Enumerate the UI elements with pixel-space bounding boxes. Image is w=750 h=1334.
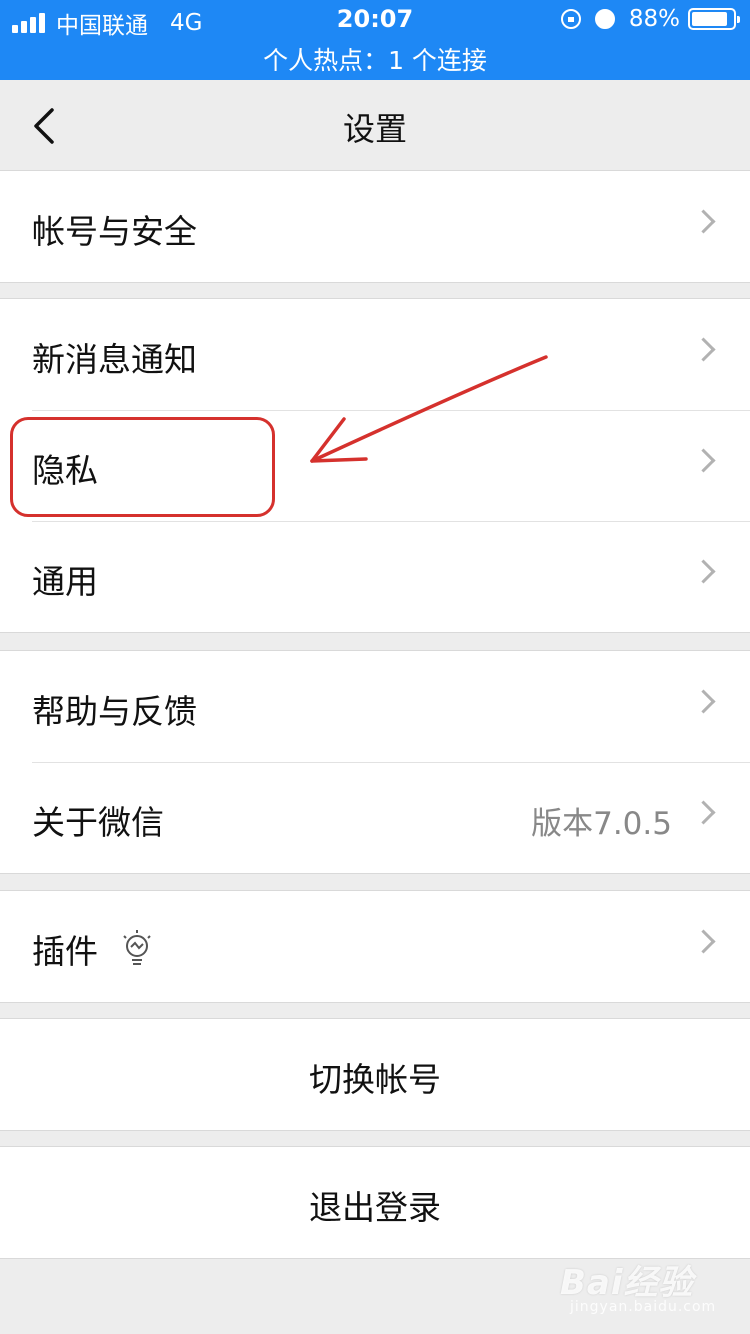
cell-help-feedback[interactable]: 帮助与反馈 <box>0 651 750 762</box>
rotation-lock-icon <box>560 9 581 29</box>
version-value: 版本7.0.5 <box>531 806 672 842</box>
chevron-right-icon <box>691 448 716 473</box>
status-right: 88% <box>560 6 740 32</box>
cell-label: 新消息通知 <box>32 340 197 379</box>
chevron-right-icon <box>691 689 716 714</box>
group-support: 帮助与反馈 关于微信 版本7.0.5 <box>0 650 750 874</box>
watermark-sub: jingyan.baidu.com <box>570 1299 717 1315</box>
cell-account-security[interactable]: 帐号与安全 <box>0 171 750 282</box>
group-plugins: 插件 <box>0 890 750 1003</box>
chevron-right-icon <box>691 929 716 954</box>
cell-label: 帐号与安全 <box>32 212 197 251</box>
cell-label: 关于微信 <box>32 803 164 842</box>
cell-label: 插件 <box>32 932 98 971</box>
switch-account-label: 切换帐号 <box>309 1060 441 1099</box>
battery-percent: 88% <box>628 6 680 32</box>
chevron-right-icon <box>691 209 716 234</box>
chevron-right-icon <box>691 800 716 825</box>
group-account: 帐号与安全 <box>0 170 750 283</box>
page-title: 设置 <box>342 110 407 148</box>
status-bar: 中国联通 4G 20:07 88% 个人热点：1 个连接 <box>0 0 750 80</box>
cell-plugins[interactable]: 插件 <box>0 891 750 1002</box>
cell-label: 帮助与反馈 <box>32 692 197 731</box>
alarm-icon <box>594 9 615 29</box>
highlight-box <box>10 417 275 517</box>
logout-label: 退出登录 <box>309 1188 441 1227</box>
cell-label: 通用 <box>32 562 98 601</box>
group-logout: 退出登录 <box>0 1146 750 1259</box>
battery-icon <box>688 8 740 30</box>
group-switch-account: 切换帐号 <box>0 1018 750 1131</box>
nav-bar: 设置 <box>0 80 750 170</box>
chevron-right-icon <box>691 337 716 362</box>
lightbulb-icon <box>123 930 151 965</box>
red-arrow-annotation <box>310 355 548 463</box>
hotspot-banner[interactable]: 个人热点：1 个连接 <box>0 41 750 77</box>
chevron-right-icon <box>691 559 716 584</box>
switch-account-button[interactable]: 切换帐号 <box>0 1019 750 1130</box>
logout-button[interactable]: 退出登录 <box>0 1147 750 1258</box>
cell-general[interactable]: 通用 <box>0 521 750 632</box>
cell-about[interactable]: 关于微信 版本7.0.5 <box>0 762 750 873</box>
baidu-watermark: Bai经验 jingyan.baidu.com <box>560 1255 715 1325</box>
watermark-main: Bai经验 <box>560 1263 694 1303</box>
